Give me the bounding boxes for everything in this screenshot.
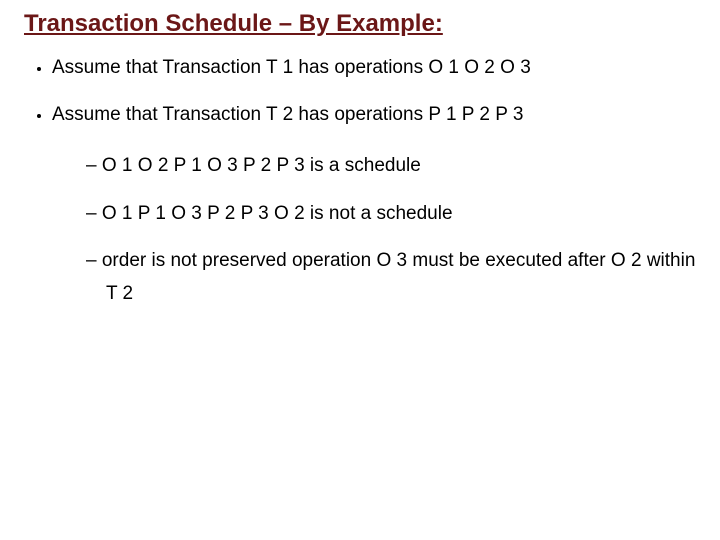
- slide: Transaction Schedule – By Example: Assum…: [0, 0, 720, 540]
- sub-bullet-2: O 1 P 1 O 3 P 2 P 3 O 2 is not a schedul…: [86, 197, 696, 230]
- sub-bullet-3: order is not preserved operation O 3 mus…: [86, 244, 696, 311]
- sub-bullet-list: O 1 O 2 P 1 O 3 P 2 P 3 is a schedule O …: [52, 149, 696, 310]
- sub-bullet-1: O 1 O 2 P 1 O 3 P 2 P 3 is a schedule: [86, 149, 696, 182]
- bullet-item-2-text: Assume that Transaction T 2 has operatio…: [52, 104, 523, 125]
- bullet-item-2: Assume that Transaction T 2 has operatio…: [52, 103, 696, 311]
- bullet-list: Assume that Transaction T 1 has operatio…: [24, 56, 696, 310]
- slide-title: Transaction Schedule – By Example:: [24, 10, 696, 38]
- bullet-item-1: Assume that Transaction T 1 has operatio…: [52, 56, 696, 81]
